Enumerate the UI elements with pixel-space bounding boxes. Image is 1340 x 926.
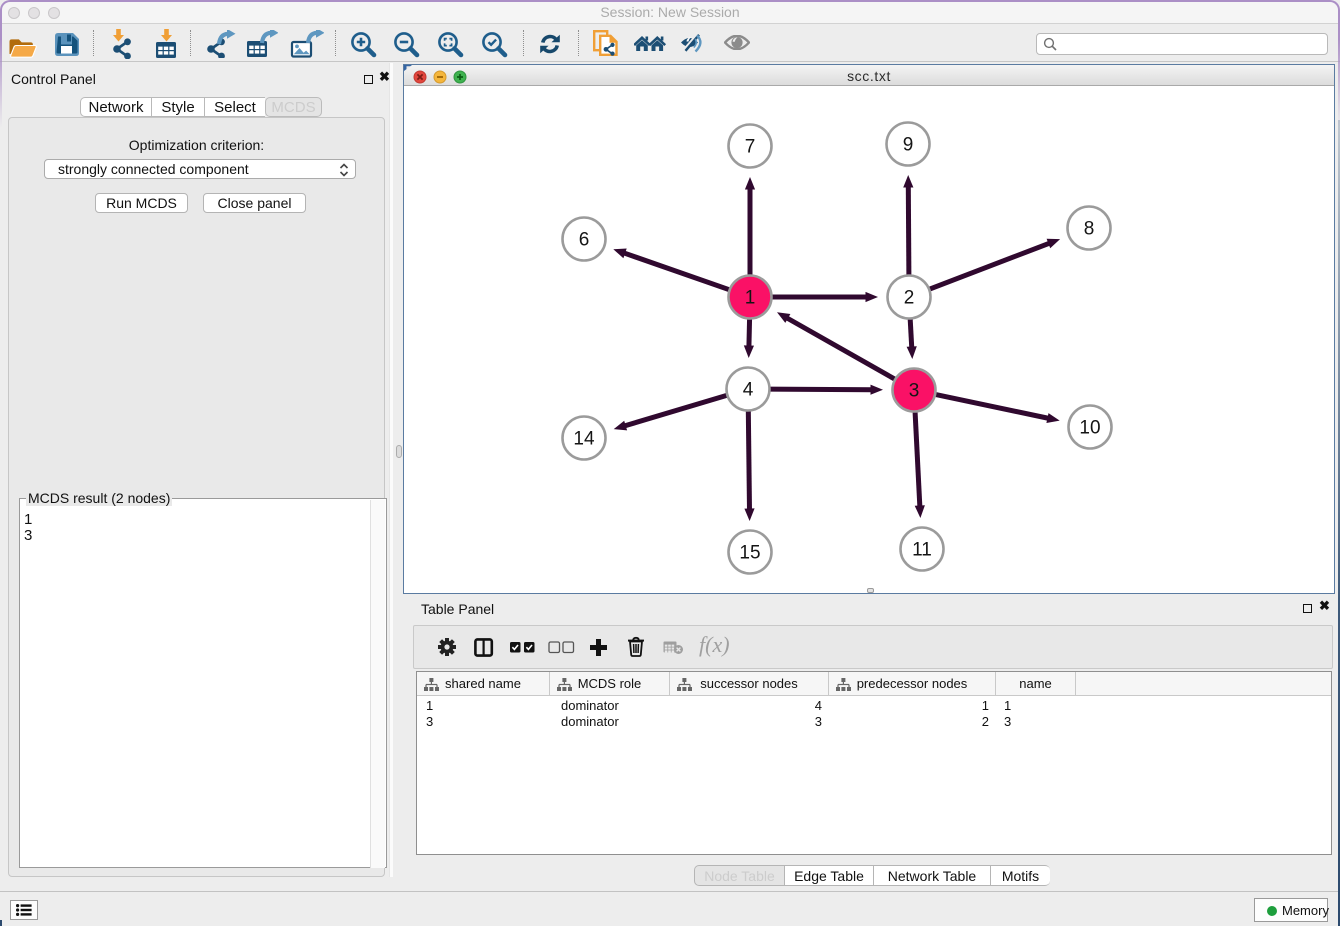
svg-text:11: 11 [912,540,932,561]
svg-text:10: 10 [1079,418,1100,439]
svg-text:2: 2 [904,288,915,309]
svg-text:9: 9 [903,135,914,156]
svg-text:7: 7 [745,137,756,158]
svg-text:15: 15 [739,543,760,564]
svg-text:8: 8 [1084,219,1095,240]
svg-text:14: 14 [573,429,595,450]
svg-text:4: 4 [743,380,754,401]
svg-text:3: 3 [909,381,920,402]
svg-text:6: 6 [579,230,590,251]
svg-text:1: 1 [745,288,756,309]
